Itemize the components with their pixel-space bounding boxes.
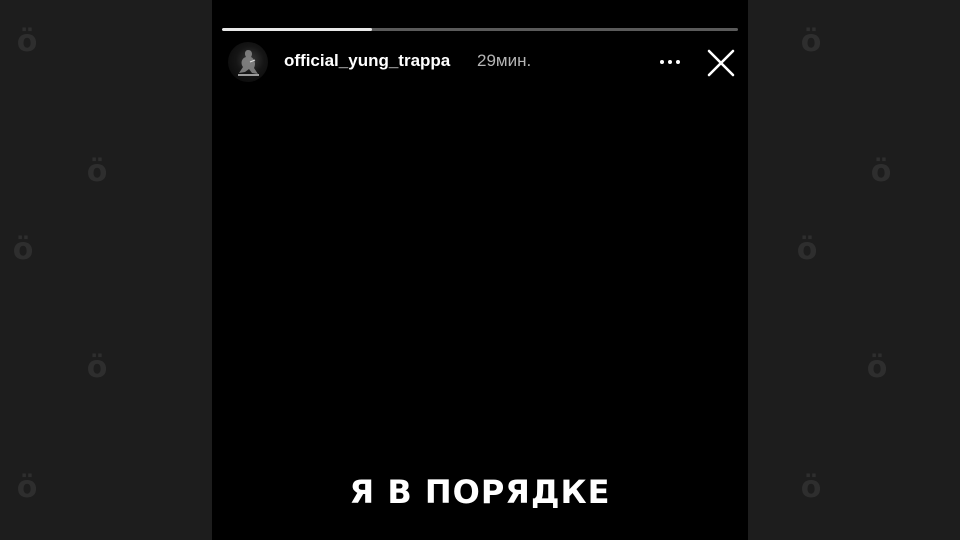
watermark-logo-icon: ö xyxy=(866,350,888,385)
watermark-logo-icon: ö xyxy=(12,232,34,267)
story-username[interactable]: official_yung_trappa xyxy=(284,51,450,71)
story-time-ago: 29мин. xyxy=(477,51,532,70)
right-watermark-panel: ö ö ö ö ö xyxy=(748,0,960,540)
story-panel[interactable]: official_yung_trappa 29мин. Я В ПОРЯДКЕ xyxy=(212,0,748,540)
watermark-logo-icon: ö xyxy=(870,154,892,189)
dot xyxy=(676,60,680,64)
left-watermark-panel: ö ö ö ö ö xyxy=(0,0,212,540)
watermark-logo-icon: ö xyxy=(86,154,108,189)
story-progress-bar xyxy=(222,28,738,31)
story-header: official_yung_trappa 29мин. xyxy=(212,40,748,84)
close-x-glyph xyxy=(707,49,735,77)
watermark-logo-icon: ö xyxy=(16,24,38,59)
story-progress-fill xyxy=(222,28,372,31)
watermark-logo-icon: ö xyxy=(86,350,108,385)
close-icon[interactable] xyxy=(706,48,736,78)
watermark-logo-icon: ö xyxy=(800,24,822,59)
avatar[interactable] xyxy=(228,42,268,82)
more-options-icon[interactable] xyxy=(652,48,688,76)
dot xyxy=(660,60,664,64)
dot xyxy=(668,60,672,64)
story-viewer: ö ö ö ö ö ö ö ö ö ö official_yung_trappa… xyxy=(0,0,960,540)
avatar-silhouette-icon xyxy=(238,50,259,76)
watermark-logo-icon: ö xyxy=(16,470,38,505)
story-caption: Я В ПОРЯДКЕ xyxy=(349,473,611,511)
watermark-logo-icon: ö xyxy=(800,470,822,505)
watermark-logo-icon: ö xyxy=(796,232,818,267)
